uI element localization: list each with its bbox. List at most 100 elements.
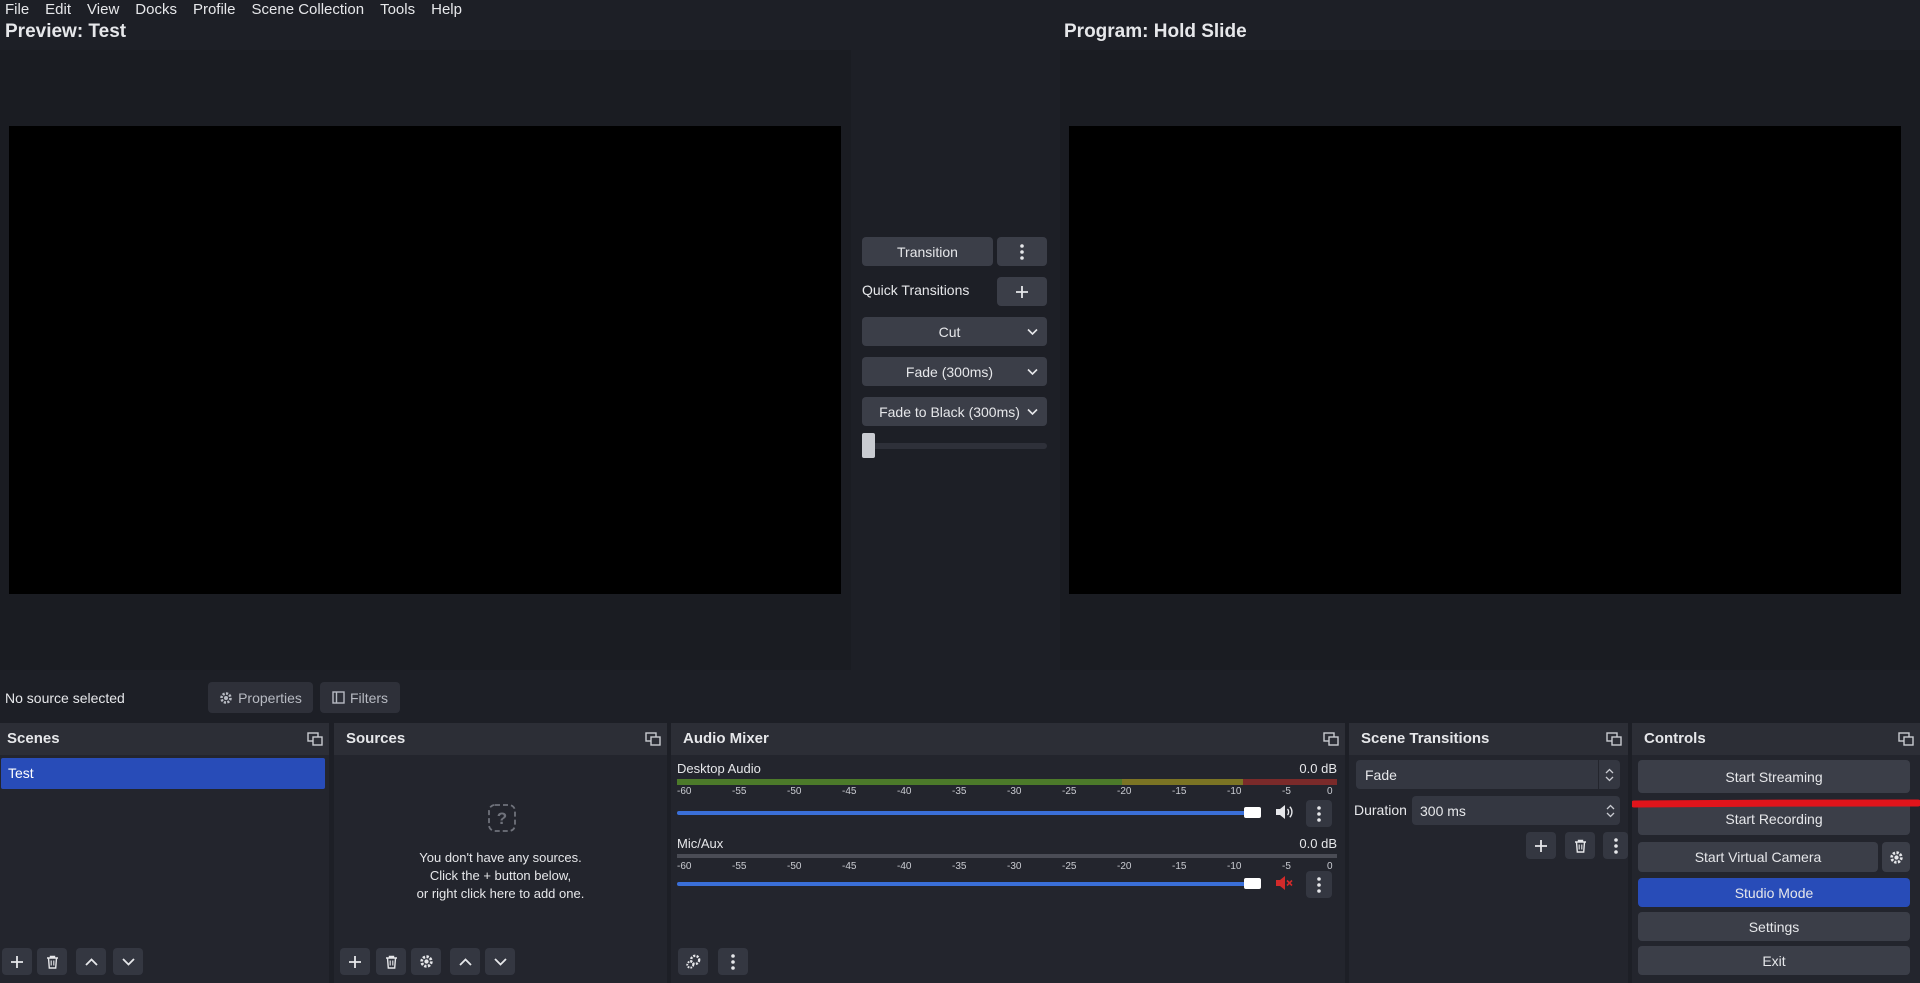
chevron-down-icon	[1027, 408, 1038, 415]
move-scene-up-button[interactable]	[76, 948, 106, 975]
volume-slider-handle[interactable]	[1244, 878, 1261, 889]
spinbox-arrows-icon	[1598, 760, 1620, 789]
menu-scene-collection[interactable]: Scene Collection	[252, 1, 365, 18]
speaker-muted-icon[interactable]	[1275, 875, 1293, 891]
advanced-audio-icon	[685, 954, 701, 969]
help-icon: ?	[487, 803, 517, 833]
scenes-dock-title: Scenes	[7, 730, 60, 747]
scale-tick: -50	[787, 861, 802, 872]
trash-icon	[1574, 839, 1587, 853]
mixer-options-button[interactable]	[718, 948, 748, 975]
volume-slider[interactable]	[677, 811, 1261, 815]
filters-button[interactable]: Filters	[320, 682, 400, 713]
scale-tick: -45	[842, 861, 857, 872]
float-dock-icon[interactable]	[307, 732, 323, 746]
scale-tick: -5	[1282, 786, 1291, 797]
properties-button[interactable]: Properties	[208, 682, 313, 713]
chevron-down-icon	[493, 957, 507, 966]
channel-options-button[interactable]	[1306, 871, 1332, 898]
move-source-down-button[interactable]	[485, 948, 515, 975]
menu-docks[interactable]: Docks	[135, 1, 177, 18]
menu-edit[interactable]: Edit	[45, 1, 71, 18]
float-dock-icon[interactable]	[645, 732, 661, 746]
scale-tick: -35	[952, 861, 967, 872]
add-transition-button[interactable]	[1526, 832, 1556, 859]
scale-tick: -10	[1227, 861, 1242, 872]
scale-tick: -55	[732, 861, 747, 872]
sources-dock-title: Sources	[346, 730, 406, 747]
float-dock-icon[interactable]	[1606, 732, 1622, 746]
advanced-audio-button[interactable]	[678, 948, 708, 975]
tbar-handle[interactable]	[862, 433, 875, 458]
scene-transitions-dock-header: Scene Transitions	[1349, 723, 1628, 755]
sources-empty-message[interactable]: You don't have any sources. Click the + …	[334, 849, 667, 903]
gear-icon	[219, 691, 233, 705]
move-scene-down-button[interactable]	[113, 948, 143, 975]
channel-options-button[interactable]	[1306, 800, 1332, 827]
speaker-icon[interactable]	[1275, 804, 1293, 820]
plus-icon	[1534, 839, 1548, 853]
scene-transitions-dock-title: Scene Transitions	[1361, 730, 1490, 747]
quick-transition-label: Fade to Black (300ms)	[879, 403, 1020, 420]
tbar-track[interactable]	[862, 443, 1047, 449]
menu-help[interactable]: Help	[431, 1, 462, 18]
volume-slider-handle[interactable]	[1244, 807, 1261, 818]
svg-text:?: ?	[497, 809, 507, 828]
start-streaming-button[interactable]: Start Streaming	[1638, 760, 1910, 793]
transition-more-button[interactable]	[997, 237, 1047, 266]
annotation-stroke	[1632, 799, 1920, 808]
preview-canvas[interactable]	[9, 126, 841, 594]
menu-profile[interactable]: Profile	[193, 1, 236, 18]
sources-empty-line: You don't have any sources.	[419, 850, 582, 865]
quick-transition-cut[interactable]: Cut	[862, 317, 1047, 346]
duration-input[interactable]: 300 ms	[1412, 796, 1620, 825]
quick-transition-label: Cut	[938, 323, 961, 340]
scene-list-item[interactable]: Test	[1, 758, 325, 789]
menubar: File Edit View Docks Profile Scene Colle…	[0, 0, 1920, 18]
more-vertical-icon	[1316, 876, 1322, 893]
menu-file[interactable]: File	[5, 1, 29, 18]
source-properties-button[interactable]	[411, 948, 441, 975]
transition-button[interactable]: Transition	[862, 237, 993, 266]
remove-scene-button[interactable]	[37, 948, 67, 975]
scale-tick: -50	[787, 786, 802, 797]
chevron-down-icon	[1027, 368, 1038, 375]
studio-mode-button[interactable]: Studio Mode	[1638, 878, 1910, 907]
quick-transition-fade-to-black[interactable]: Fade to Black (300ms)	[862, 397, 1047, 426]
float-dock-icon[interactable]	[1323, 732, 1339, 746]
add-source-button[interactable]	[340, 948, 370, 975]
float-dock-icon[interactable]	[1898, 732, 1914, 746]
chevron-up-icon	[84, 957, 98, 966]
scale-tick: -40	[897, 861, 912, 872]
add-quick-transition-button[interactable]	[997, 277, 1047, 306]
start-virtual-camera-button[interactable]: Start Virtual Camera	[1638, 842, 1878, 872]
transition-options-button[interactable]	[1603, 832, 1628, 859]
duration-value: 300 ms	[1420, 803, 1466, 819]
settings-button[interactable]: Settings	[1638, 912, 1910, 941]
controls-dock: Controls Start Streaming Start Recording…	[1632, 723, 1920, 983]
scale-tick: -35	[952, 786, 967, 797]
channel-name: Mic/Aux	[677, 836, 724, 851]
volume-slider[interactable]	[677, 882, 1261, 886]
add-scene-button[interactable]	[2, 948, 32, 975]
plus-icon	[10, 955, 24, 969]
remove-source-button[interactable]	[376, 948, 406, 975]
menu-tools[interactable]: Tools	[380, 1, 415, 18]
quick-transition-fade[interactable]: Fade (300ms)	[862, 357, 1047, 386]
transition-select[interactable]: Fade	[1356, 760, 1620, 789]
scale-tick: -60	[677, 786, 692, 797]
virtual-camera-settings-button[interactable]	[1882, 842, 1910, 872]
remove-transition-button[interactable]	[1565, 832, 1595, 859]
program-canvas[interactable]	[1069, 126, 1901, 594]
meter-scale: -60 -55 -50 -45 -40 -35 -30 -25 -20 -15 …	[677, 786, 1337, 800]
move-source-up-button[interactable]	[450, 948, 480, 975]
controls-dock-header: Controls	[1632, 723, 1920, 755]
scale-tick: -40	[897, 786, 912, 797]
trash-icon	[46, 955, 59, 969]
more-vertical-icon	[730, 953, 736, 970]
controls-dock-title: Controls	[1644, 730, 1706, 747]
spinbox-arrows-icon[interactable]	[1600, 796, 1620, 825]
exit-button[interactable]: Exit	[1638, 946, 1910, 975]
filters-icon	[332, 691, 345, 704]
menu-view[interactable]: View	[87, 1, 119, 18]
